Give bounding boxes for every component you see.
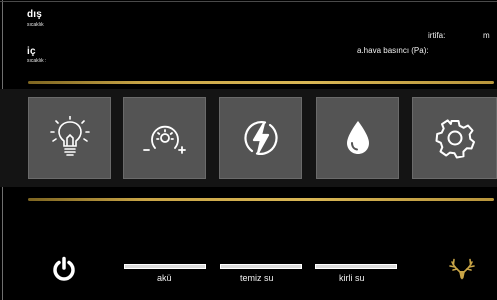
- water-tile[interactable]: [316, 97, 399, 179]
- battery-level-fill: [125, 265, 205, 268]
- grey-water-label: kirli su: [339, 273, 365, 283]
- air-pressure-label: a.hava basıncı (Pa):: [357, 46, 429, 55]
- deer-antler-logo: [449, 258, 475, 280]
- electric-power-tile[interactable]: [219, 97, 302, 179]
- battery-label: akü: [157, 273, 172, 283]
- control-panel-screen: dış sıcaklık iç sıcaklık : irtifa: m a.h…: [0, 0, 497, 300]
- clean-water-label: temiz su: [240, 273, 274, 283]
- altitude-unit: m: [483, 31, 490, 40]
- outside-temperature-title: dış: [27, 9, 43, 20]
- dimmer-tile[interactable]: [123, 97, 206, 179]
- water-drop-icon: [346, 121, 369, 154]
- gold-divider-top: [28, 81, 494, 84]
- frame-edge-top: [0, 1, 497, 2]
- settings-tile[interactable]: [412, 97, 497, 179]
- grey-water-level-fill: [316, 265, 396, 268]
- altitude-label: irtifa:: [428, 31, 446, 40]
- gold-divider-bottom: [28, 198, 494, 201]
- dimmer-icon: [142, 125, 186, 154]
- inside-temperature-title: iç: [27, 46, 36, 57]
- clean-water-level-fill: [221, 265, 301, 268]
- lightbulb-icon: [49, 116, 90, 156]
- inside-temperature-label: sıcaklık :: [27, 58, 47, 64]
- grey-water-level-bar: [315, 264, 397, 269]
- lighting-tile[interactable]: [28, 97, 111, 179]
- battery-level-bar: [124, 264, 206, 269]
- outside-temperature-label: sıcaklık: [27, 22, 44, 28]
- gear-icon: [435, 119, 475, 159]
- lightning-icon: [243, 121, 278, 155]
- clean-water-level-bar: [220, 264, 302, 269]
- power-icon[interactable]: [51, 256, 77, 282]
